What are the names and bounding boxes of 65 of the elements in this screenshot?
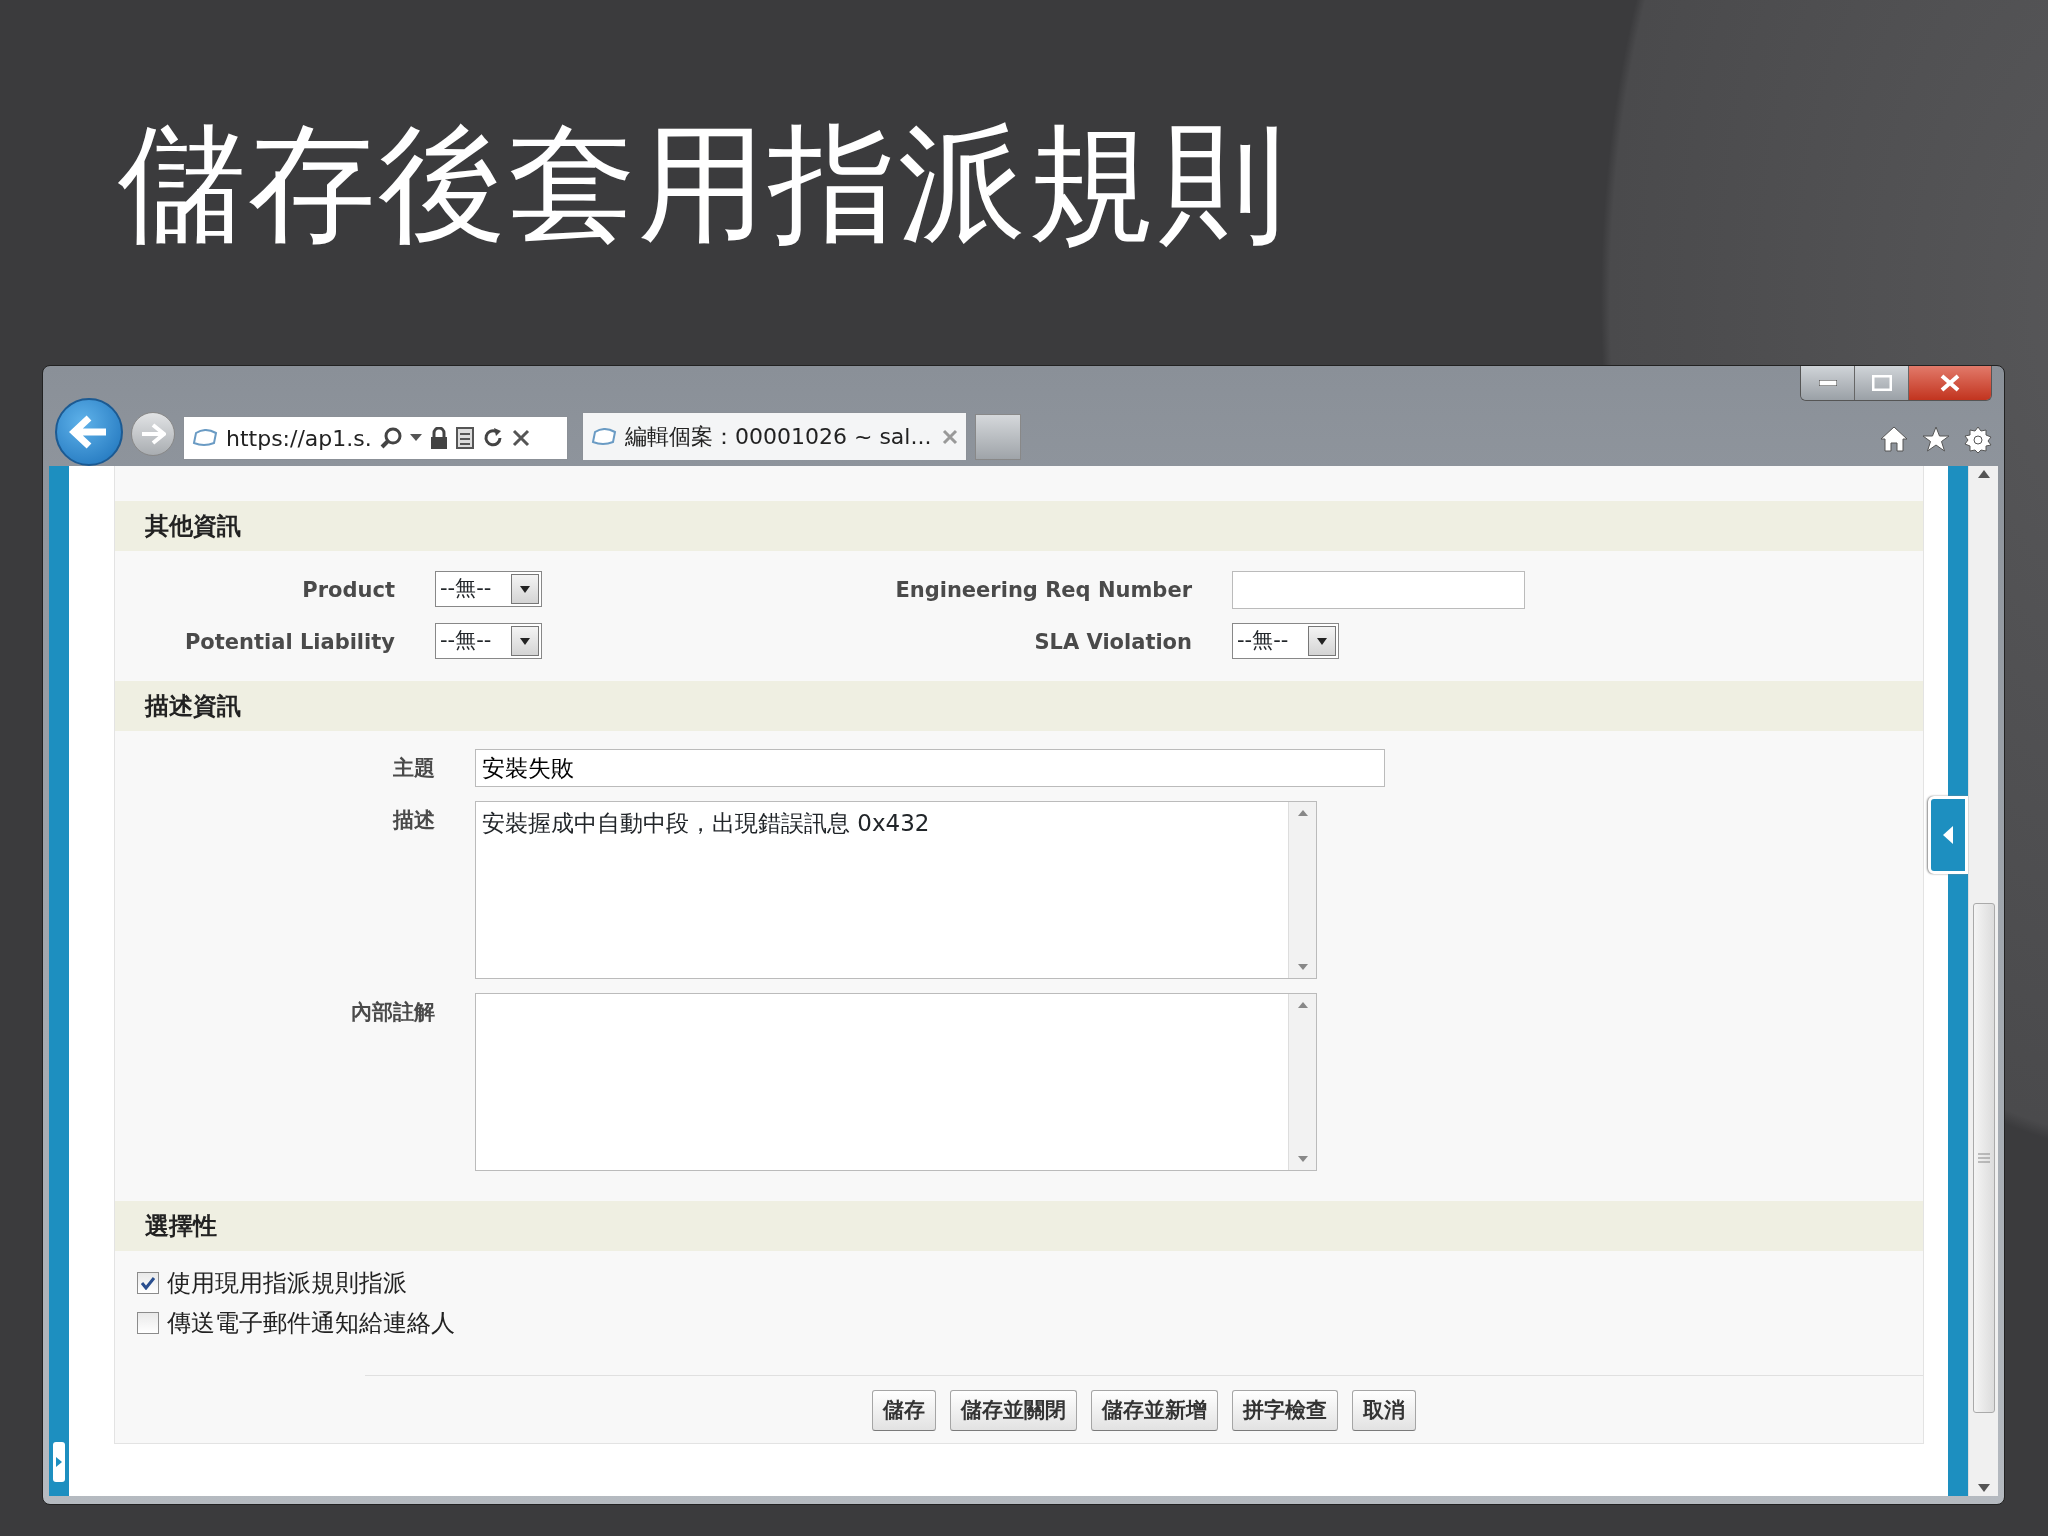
scroll-up-icon <box>1297 1002 1308 1008</box>
stop-icon[interactable] <box>511 429 530 447</box>
section-header: 其他資訊 <box>115 501 1923 551</box>
text-field[interactable]: 安裝失敗 <box>475 749 1385 787</box>
caret-icon <box>1317 637 1328 645</box>
scroll-up-icon[interactable] <box>1977 470 1990 478</box>
caret-right-icon <box>56 1457 62 1467</box>
arrow-right-icon <box>140 423 166 445</box>
checkbox-label: 使用現用指派規則指派 <box>167 1268 407 1299</box>
search-icon[interactable] <box>379 427 402 449</box>
page-icon <box>591 427 617 446</box>
dropdown[interactable]: --無-- <box>435 623 543 659</box>
form-button[interactable]: 拼字檢查 <box>1232 1390 1338 1432</box>
scroll-up-icon <box>1297 810 1308 816</box>
form-button[interactable]: 儲存 <box>872 1390 936 1432</box>
collapse-handle[interactable] <box>1928 796 1968 874</box>
home-icon[interactable] <box>1880 426 1908 452</box>
close-button[interactable] <box>1909 366 1991 400</box>
close-icon[interactable] <box>942 428 958 445</box>
checkbox[interactable] <box>137 1272 159 1294</box>
lock-icon[interactable] <box>429 427 448 449</box>
maximize-icon <box>1871 375 1892 391</box>
text-area[interactable]: 安裝握成中自動中段，出現錯誤訊息 0x432 <box>475 801 1317 979</box>
arrow-left-icon <box>69 415 109 449</box>
dropdown[interactable]: --無-- <box>1232 623 1340 659</box>
checkbox-label: 傳送電子郵件通知給連絡人 <box>167 1308 455 1339</box>
field-label: 內部註解 <box>350 999 436 1026</box>
url-text: https://ap1.s. <box>226 424 372 453</box>
scrollbar-thumb[interactable] <box>1972 903 1995 1413</box>
caret-left-icon <box>1943 826 1953 844</box>
minimize-icon <box>1818 380 1837 386</box>
forward-button[interactable] <box>131 412 175 456</box>
field-label: Potential Liability <box>183 629 396 656</box>
caret-icon <box>520 585 531 593</box>
scroll-down-icon <box>1297 1156 1308 1162</box>
scroll-down-icon[interactable] <box>1977 1484 1990 1492</box>
address-bar[interactable]: https://ap1.s. <box>183 416 568 460</box>
form-button[interactable]: 取消 <box>1352 1390 1416 1432</box>
field-label: 主題 <box>392 755 436 782</box>
section-header: 選擇性 <box>115 1201 1923 1251</box>
page-icon <box>192 429 218 447</box>
form-button[interactable]: 儲存並關閉 <box>950 1390 1077 1432</box>
checkbox[interactable] <box>137 1312 159 1334</box>
field-label: 描述 <box>391 807 436 834</box>
check-icon <box>140 1276 156 1290</box>
form-button[interactable]: 儲存並新增 <box>1091 1390 1218 1432</box>
expand-handle[interactable] <box>53 1442 65 1482</box>
field-label: SLA Violation <box>1033 629 1193 656</box>
maximize-button[interactable] <box>1855 366 1909 400</box>
close-icon <box>1940 374 1960 392</box>
slide-title: 儲存後套用指派規則 <box>118 120 1289 248</box>
settings-icon[interactable] <box>1964 426 1992 454</box>
field-label: Product <box>301 577 396 604</box>
star-icon[interactable] <box>1922 426 1950 452</box>
scroll-down-icon <box>1297 964 1308 970</box>
dropdown[interactable]: --無-- <box>435 571 543 607</box>
caret-icon[interactable] <box>409 434 422 442</box>
section-header: 描述資訊 <box>115 681 1923 731</box>
minimize-button[interactable] <box>1801 366 1855 400</box>
text-field[interactable] <box>1232 571 1525 609</box>
field-label: Engineering Req Number <box>894 577 1193 604</box>
document-icon[interactable] <box>455 427 474 449</box>
caret-icon <box>520 637 531 645</box>
browser-tab[interactable]: 編輯個案：00001026 ~ sal... <box>582 412 967 460</box>
grip-icon <box>1977 1153 1990 1163</box>
